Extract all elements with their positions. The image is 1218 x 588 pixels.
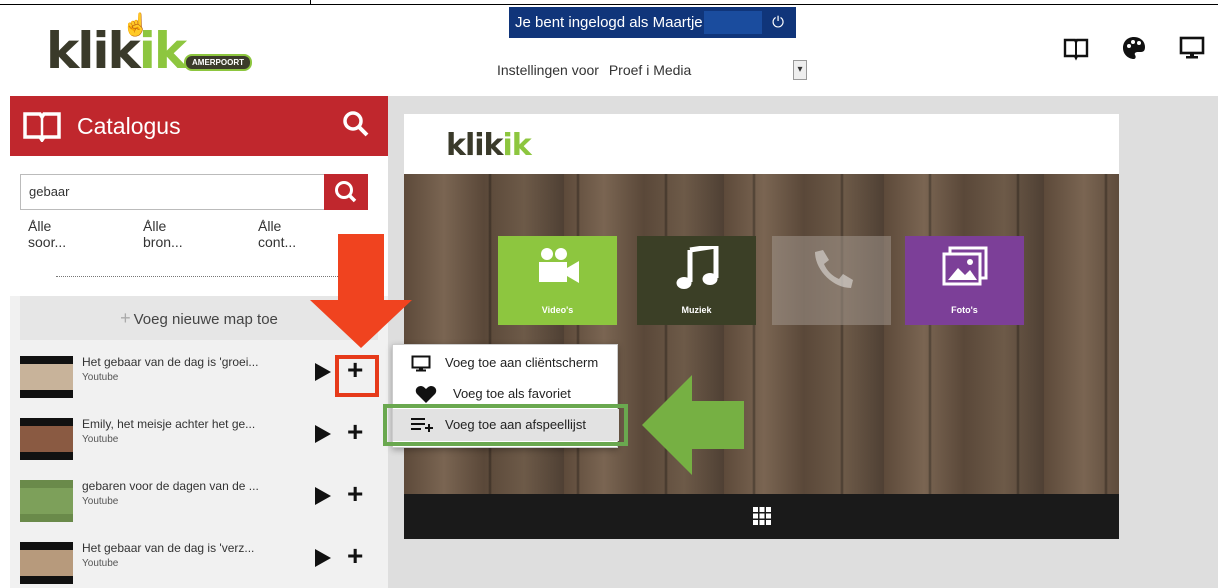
play-icon[interactable]: [315, 487, 331, 505]
music-note-icon: [676, 246, 719, 289]
heart-icon: [415, 386, 437, 403]
red-arrow-icon: [310, 234, 412, 348]
video-thumbnail: [20, 418, 73, 460]
item-title: Emily, het meisje achter het ge...: [82, 417, 256, 431]
phone-icon: [815, 250, 853, 288]
item-source: Youtube: [82, 372, 119, 383]
item-title: gebaren voor de dagen van de ...: [82, 479, 259, 493]
menu-label: Voeg toe aan cliëntscherm: [445, 355, 599, 370]
search-icon[interactable]: [342, 110, 370, 138]
item-source: Youtube: [82, 434, 119, 445]
settings-dropdown[interactable]: ▾: [793, 60, 807, 80]
monitor-icon[interactable]: [1178, 34, 1206, 62]
play-icon[interactable]: [315, 549, 331, 567]
add-icon[interactable]: +: [347, 478, 363, 510]
list-item[interactable]: Het gebaar van de dag is 'groei... Youtu…: [10, 350, 388, 406]
video-thumbnail: [20, 480, 73, 522]
tile-call[interactable]: [772, 236, 891, 325]
header-icons: [1062, 34, 1206, 62]
login-status-bar: Je bent ingelogd als Maartje ⏻: [509, 7, 796, 38]
client-screen-preview: klikik Video's Muziek Foto's: [404, 114, 1119, 539]
filter-content[interactable]: Alle cont... ^: [258, 218, 296, 250]
book-icon[interactable]: [1062, 34, 1090, 62]
add-icon[interactable]: +: [347, 540, 363, 572]
play-icon[interactable]: [315, 363, 331, 381]
add-folder-label: Voeg nieuwe map toe: [133, 311, 278, 328]
settings-value: Proef i Media: [608, 62, 692, 78]
login-text: Je bent ingelogd als Maartje: [515, 14, 703, 31]
logo-text: klikik: [46, 22, 187, 80]
filter-source[interactable]: Alle bron... ^: [143, 218, 183, 250]
settings-selector[interactable]: Instellingen voor Proef i Media: [497, 62, 691, 78]
item-source: Youtube: [82, 558, 119, 569]
item-title: Het gebaar van de dag is 'verz...: [82, 541, 255, 555]
tile-label: Video's: [541, 305, 574, 315]
grid-menu-icon[interactable]: [752, 506, 772, 526]
tile-label: Foto's: [951, 305, 978, 315]
pointer-hand-icon: ☝: [122, 12, 150, 37]
item-title: Het gebaar van de dag is 'groei...: [82, 355, 259, 369]
logo-badge: AMERPOORT: [184, 54, 252, 71]
green-arrow-icon: [642, 375, 744, 475]
top-border: [0, 4, 1218, 5]
klikik-logo[interactable]: klikik ☝ AMERPOORT: [46, 12, 266, 86]
tile-photos[interactable]: Foto's: [905, 236, 1024, 325]
monitor-icon: [411, 355, 431, 372]
tile-videos[interactable]: Video's: [498, 236, 617, 325]
video-camera-icon: [539, 248, 579, 283]
playlist-highlight: [383, 404, 628, 446]
photo-gallery-icon: [942, 246, 988, 286]
preview-header: klikik: [404, 114, 1119, 174]
palette-icon[interactable]: [1120, 34, 1148, 62]
book-icon: [23, 112, 61, 142]
list-item[interactable]: gebaren voor de dagen van de ... Youtube…: [10, 474, 388, 530]
menu-item-client-screen[interactable]: Voeg toe aan cliëntscherm: [393, 347, 619, 379]
login-strip: [704, 11, 762, 34]
tile-label: Muziek: [681, 305, 712, 315]
search-button[interactable]: [324, 174, 368, 210]
video-thumbnail: [20, 356, 73, 398]
filter-type[interactable]: Alle soor... ^: [28, 218, 66, 250]
settings-label: Instellingen voor: [497, 62, 599, 78]
play-icon[interactable]: [315, 425, 331, 443]
catalog-header: Catalogus: [10, 96, 388, 156]
catalog-title: Catalogus: [77, 113, 181, 139]
add-icon[interactable]: +: [347, 416, 363, 448]
search-icon: [335, 181, 357, 203]
list-item[interactable]: Emily, het meisje achter het ge... Youtu…: [10, 412, 388, 468]
list-item[interactable]: Het gebaar van de dag is 'verz... Youtub…: [10, 536, 388, 588]
item-source: Youtube: [82, 496, 119, 507]
plus-icon: +: [120, 308, 131, 328]
add-button-highlight: [335, 355, 379, 397]
power-icon[interactable]: ⏻: [764, 7, 792, 38]
top-border-tick: [310, 0, 311, 5]
video-thumbnail: [20, 542, 73, 584]
tile-music[interactable]: Muziek: [637, 236, 756, 325]
preview-logo: klikik: [446, 128, 532, 163]
search-input[interactable]: gebaar: [20, 174, 330, 210]
